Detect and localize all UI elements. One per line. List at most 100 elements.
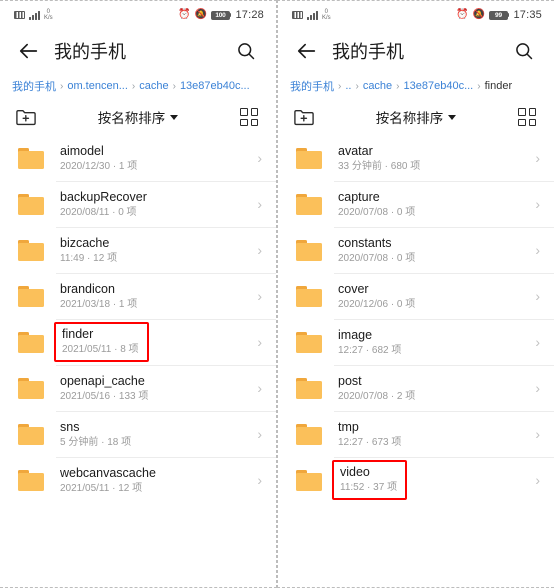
file-item-name: sns — [60, 419, 80, 434]
file-item-meta: tmp 12:27 · 673 项 — [338, 420, 527, 449]
file-list-item[interactable]: sns 5 分钟前 · 18 项 › — [0, 411, 276, 457]
file-item-subtitle: 2020/12/30 · 1 项 — [60, 160, 138, 172]
network-speed-indicator: 0 K/s — [322, 9, 331, 21]
folder-icon-body — [296, 335, 322, 353]
breadcrumb-separator: › — [60, 80, 64, 92]
toolbar: 按名称排序 — [0, 99, 276, 135]
grid-view-icon[interactable] — [238, 106, 260, 128]
file-item-meta: cover 2020/12/06 · 0 项 — [338, 282, 527, 311]
mute-bell-icon: 🔕 — [472, 9, 485, 20]
file-list-item[interactable]: avatar 33 分钟前 · 680 项 › — [278, 135, 554, 181]
sort-selector[interactable]: 按名称排序 — [38, 107, 238, 127]
chevron-right-icon: › — [257, 150, 262, 166]
chevron-right-icon: › — [257, 242, 262, 258]
sim-card-icon — [292, 11, 303, 19]
file-list-item[interactable]: brandicon 2021/03/18 · 1 项 › — [0, 273, 276, 319]
breadcrumb-item-3[interactable]: 13e87eb40c... — [180, 80, 250, 92]
search-icon[interactable] — [510, 37, 538, 65]
sort-label: 按名称排序 — [97, 111, 166, 126]
folder-icon — [18, 469, 44, 491]
folder-icon-body — [18, 289, 44, 307]
app-bar: 我的手机 — [278, 29, 554, 73]
battery-level-text: 100 — [215, 11, 226, 19]
chevron-right-icon: › — [535, 242, 540, 258]
file-list-item[interactable]: openapi_cache 2021/05/16 · 133 项 › — [0, 365, 276, 411]
network-speed-unit: K/s — [322, 15, 331, 21]
file-list-item[interactable]: tmp 12:27 · 673 项 › — [278, 411, 554, 457]
network-speed-unit: K/s — [44, 15, 53, 21]
folder-icon-body — [18, 151, 44, 169]
breadcrumb-item-2[interactable]: cache — [139, 80, 168, 92]
breadcrumb-item-2[interactable]: cache — [363, 80, 392, 92]
chevron-right-icon: › — [257, 334, 262, 350]
file-item-subtitle: 12:27 · 682 项 — [338, 344, 402, 356]
chevron-down-icon — [170, 114, 179, 120]
file-list-item[interactable]: backupRecover 2020/08/11 · 0 项 › — [0, 181, 276, 227]
chevron-right-icon: › — [257, 196, 262, 212]
folder-icon — [296, 193, 322, 215]
breadcrumb-item-1[interactable]: om.tencen... — [67, 80, 128, 92]
breadcrumb-item-1[interactable]: .. — [345, 80, 351, 92]
file-list-item[interactable]: finder 2021/05/11 · 8 项 › — [0, 319, 276, 365]
sort-selector[interactable]: 按名称排序 — [316, 107, 516, 127]
breadcrumb: 我的手机 ›.. › cache › 13e87eb40c... › finder — [278, 73, 554, 99]
breadcrumb-separator: › — [172, 80, 176, 92]
file-item-subtitle: 2020/07/08 · 2 项 — [338, 390, 416, 402]
file-item-name: openapi_cache — [60, 373, 145, 388]
mute-bell-icon: 🔕 — [194, 9, 207, 20]
file-list-item[interactable]: cover 2020/12/06 · 0 项 › — [278, 273, 554, 319]
network-speed-indicator: 0 K/s — [44, 9, 53, 21]
file-list-item[interactable]: constants 2020/07/08 · 0 项 › — [278, 227, 554, 273]
file-item-meta: capture 2020/07/08 · 0 项 — [338, 190, 527, 219]
search-icon[interactable] — [232, 37, 260, 65]
file-item-name: webcanvascache — [60, 465, 156, 480]
file-list-item[interactable]: aimodel 2020/12/30 · 1 项 › — [0, 135, 276, 181]
sim-card-icon — [14, 11, 25, 19]
folder-icon-body — [18, 243, 44, 261]
file-list-item[interactable]: capture 2020/07/08 · 0 项 › — [278, 181, 554, 227]
file-item-meta: bizcache 11:49 · 12 项 — [60, 236, 249, 265]
alarm-clock-icon: ⏰ — [456, 9, 469, 20]
file-item-name: finder — [62, 327, 94, 341]
folder-icon — [296, 239, 322, 261]
chevron-right-icon: › — [257, 380, 262, 396]
file-list-item[interactable]: image 12:27 · 682 项 › — [278, 319, 554, 365]
file-list-item[interactable]: video 11:52 · 37 项 › — [278, 457, 554, 503]
battery-cap — [507, 13, 510, 17]
breadcrumb-separator: › — [131, 80, 136, 92]
file-item-name: backupRecover — [60, 189, 147, 204]
grid-view-icon[interactable] — [516, 106, 538, 128]
folder-icon-body — [18, 427, 44, 445]
file-item-subtitle: 2021/05/11 · 8 项 — [62, 344, 139, 355]
chevron-down-icon — [448, 114, 457, 120]
breadcrumb-item-3[interactable]: 13e87eb40c... — [404, 80, 474, 92]
signal-bars-icon — [307, 10, 318, 20]
folder-icon — [296, 377, 322, 399]
app-bar: 我的手机 — [0, 29, 276, 73]
phone-screen-left: 0 K/s ⏰ 🔕 100 17:28 我的手机 我的手机 › om.tencen... › cach… — [0, 0, 277, 588]
new-folder-icon[interactable] — [292, 105, 316, 129]
folder-icon — [18, 239, 44, 261]
chevron-right-icon: › — [535, 472, 540, 488]
file-item-meta: image 12:27 · 682 项 — [338, 328, 527, 357]
folder-icon-body — [296, 243, 322, 261]
battery-indicator: 100 — [210, 10, 232, 20]
folder-icon-body — [18, 197, 44, 215]
file-item-meta: constants 2020/07/08 · 0 项 — [338, 236, 527, 265]
back-arrow-icon[interactable] — [14, 36, 44, 66]
new-folder-icon[interactable] — [14, 105, 38, 129]
battery-level-text: 99 — [495, 11, 502, 19]
folder-icon — [18, 193, 44, 215]
folder-icon-body — [296, 151, 322, 169]
file-item-subtitle: 12:27 · 673 项 — [338, 436, 402, 448]
file-list-item[interactable]: post 2020/07/08 · 2 项 › — [278, 365, 554, 411]
file-list-item[interactable]: bizcache 11:49 · 12 项 › — [0, 227, 276, 273]
breadcrumb-item-0[interactable]: 我的手机 — [290, 78, 334, 94]
chevron-right-icon: › — [535, 426, 540, 442]
back-arrow-icon[interactable] — [292, 36, 322, 66]
file-list-item[interactable]: webcanvascache 2021/05/11 · 12 项 › — [0, 457, 276, 503]
breadcrumb-item-0[interactable]: 我的手机 — [12, 78, 56, 94]
battery-body: 99 — [488, 10, 508, 20]
folder-icon — [296, 147, 322, 169]
file-item-meta: webcanvascache 2021/05/11 · 12 项 — [60, 466, 249, 495]
